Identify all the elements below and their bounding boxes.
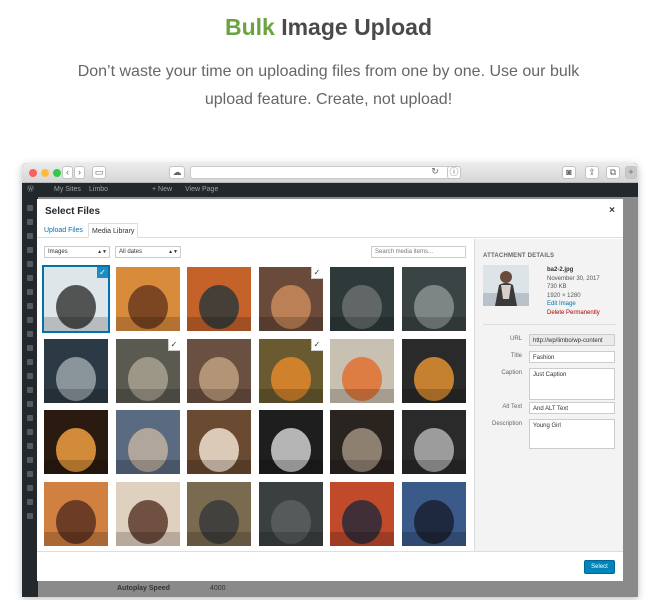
modal-tabs: Upload Files Media Library [37, 223, 623, 238]
photo-foggy-forest[interactable] [258, 481, 323, 546]
media-search-input[interactable]: Search media items... [371, 246, 466, 258]
close-window-icon[interactable] [29, 169, 37, 177]
attachment-details: ATTACHMENT DETAILS ba2-2.jpg November 30… [474, 239, 623, 551]
admin-view-page[interactable]: View Page [185, 183, 218, 197]
select-button[interactable]: Select [584, 560, 615, 574]
details-size: 730 KB [547, 284, 567, 290]
admin-bar: Ⓦ My Sites Limbo + New View Page [22, 183, 638, 197]
photo-pumpkin-leaves[interactable]: ✓ [258, 338, 323, 403]
photo-rope-close[interactable]: ✓ [115, 338, 180, 403]
details-meta: ba2-2.jpg November 30, 2017 730 KB 1920 … [547, 266, 600, 317]
minimize-window-icon[interactable] [41, 169, 49, 177]
media-date-value: All dates [119, 249, 143, 255]
media-modal: Select Files × Upload Files Media Librar… [37, 199, 623, 581]
photo-waterfall-autumn[interactable] [187, 267, 251, 331]
media-date-select[interactable]: All dates ▲▼ [115, 246, 181, 258]
admin-my-sites[interactable]: My Sites [54, 183, 81, 197]
select-arrows-icon: ▲▼ [168, 249, 178, 255]
checkmark-icon[interactable]: ✓ [97, 267, 108, 278]
alt-text-field[interactable]: And ALT Text [529, 402, 615, 414]
close-icon[interactable]: × [609, 205, 615, 216]
photo-dark-waterfall[interactable] [330, 267, 394, 331]
info-icon[interactable]: ⓘ [447, 166, 461, 179]
admin-site-name[interactable]: Limbo [89, 183, 108, 197]
admin-new[interactable]: + New [152, 183, 172, 197]
photo-forest-falls[interactable] [401, 267, 466, 331]
photo-girl-portrait[interactable] [115, 481, 180, 546]
photo-camera-girl[interactable] [115, 267, 180, 331]
photo-woman-stairs[interactable] [44, 338, 108, 403]
photo-rope-coil[interactable] [187, 338, 251, 403]
photo-laptop-desk[interactable] [401, 410, 466, 474]
wordpress-icon[interactable]: Ⓦ [27, 183, 34, 197]
photo-jeans-shoes[interactable] [115, 410, 180, 474]
alt-text-label: Alt Text [502, 404, 522, 410]
photo-waterfall-cliff[interactable]: ✓ [258, 267, 323, 331]
photo-coast-night[interactable] [401, 481, 466, 546]
media-type-value: Images [48, 249, 68, 255]
setting-value: 4000 [210, 585, 226, 592]
media-grid: ✓ ✓ ✓ ✓ [42, 265, 472, 546]
photo-cabin-window[interactable] [330, 410, 394, 474]
address-bar[interactable] [190, 166, 460, 179]
tab-media-library[interactable]: Media Library [88, 223, 139, 238]
select-arrows-icon: ▲▼ [97, 249, 107, 255]
photo-lantern[interactable] [44, 410, 108, 474]
photo-man-smiling[interactable] [187, 481, 251, 546]
setting-label: Autoplay Speed [117, 585, 170, 592]
reload-icon[interactable]: ↻ [429, 166, 441, 179]
details-dimensions: 1920 × 1280 [547, 292, 581, 299]
photo-pumpkin-dark[interactable] [401, 338, 466, 403]
extension-icon[interactable]: ◙ [562, 166, 576, 179]
details-preview-image [483, 265, 529, 306]
hero-title: Bulk Image Upload [0, 14, 657, 41]
checkmark-icon[interactable]: ✓ [311, 338, 323, 350]
modal-title: Select Files [45, 206, 101, 217]
checkmark-icon[interactable]: ✓ [311, 267, 323, 278]
hero-title-accent: Bulk [224, 14, 275, 40]
title-field[interactable]: Fashion [529, 351, 615, 363]
edit-image-link[interactable]: Edit Image [547, 300, 600, 309]
url-field[interactable]: http://wp/limbo/wp-content [529, 334, 615, 346]
cloud-icon[interactable]: ☁ [169, 166, 185, 179]
sidebar-toggle-icon[interactable]: ▭ [92, 166, 106, 179]
modal-footer: Select [37, 551, 623, 581]
forward-icon[interactable]: › [74, 166, 85, 179]
photo-latte-art[interactable] [187, 410, 251, 474]
admin-sidebar [22, 197, 38, 597]
back-icon[interactable]: ‹ [62, 166, 73, 179]
photo-red-mountain[interactable] [330, 481, 394, 546]
hero-title-rest: Image Upload [274, 14, 433, 40]
photo-desk-chair[interactable] [258, 410, 323, 474]
tab-upload-files[interactable]: Upload Files [41, 223, 86, 238]
tabs-icon[interactable]: ⧉ [606, 166, 620, 179]
title-label: Title [510, 353, 522, 359]
media-type-select[interactable]: Images ▲▼ [44, 246, 110, 258]
description-field[interactable]: Young Girl [529, 419, 615, 449]
photo-girl-sunset[interactable] [44, 481, 108, 546]
caption-label: Caption [501, 370, 522, 376]
url-label: URL [509, 336, 522, 342]
hero-subtitle: Don’t waste your time on uploading files… [77, 63, 580, 108]
caption-field[interactable]: Just Caption [529, 368, 615, 400]
browser-toolbar: ‹ › ▭ ☁ ↻ ⓘ ◙ ⇪ ⧉ + [22, 163, 638, 183]
checkmark-icon[interactable]: ✓ [168, 338, 180, 350]
details-filename: ba2-2.jpg [547, 267, 574, 273]
description-label: Description [491, 421, 522, 427]
new-tab-icon[interactable]: + [625, 166, 637, 179]
details-divider [483, 324, 616, 325]
maximize-window-icon[interactable] [53, 169, 61, 177]
photo-pumpkin-knit[interactable] [330, 338, 394, 403]
share-icon[interactable]: ⇪ [585, 166, 599, 179]
photo-girl-scarf[interactable]: ✓ [42, 265, 110, 333]
delete-permanently-link[interactable]: Delete Permanently [547, 309, 600, 318]
details-date: November 30, 2017 [547, 275, 600, 282]
details-heading: ATTACHMENT DETAILS [483, 253, 555, 259]
